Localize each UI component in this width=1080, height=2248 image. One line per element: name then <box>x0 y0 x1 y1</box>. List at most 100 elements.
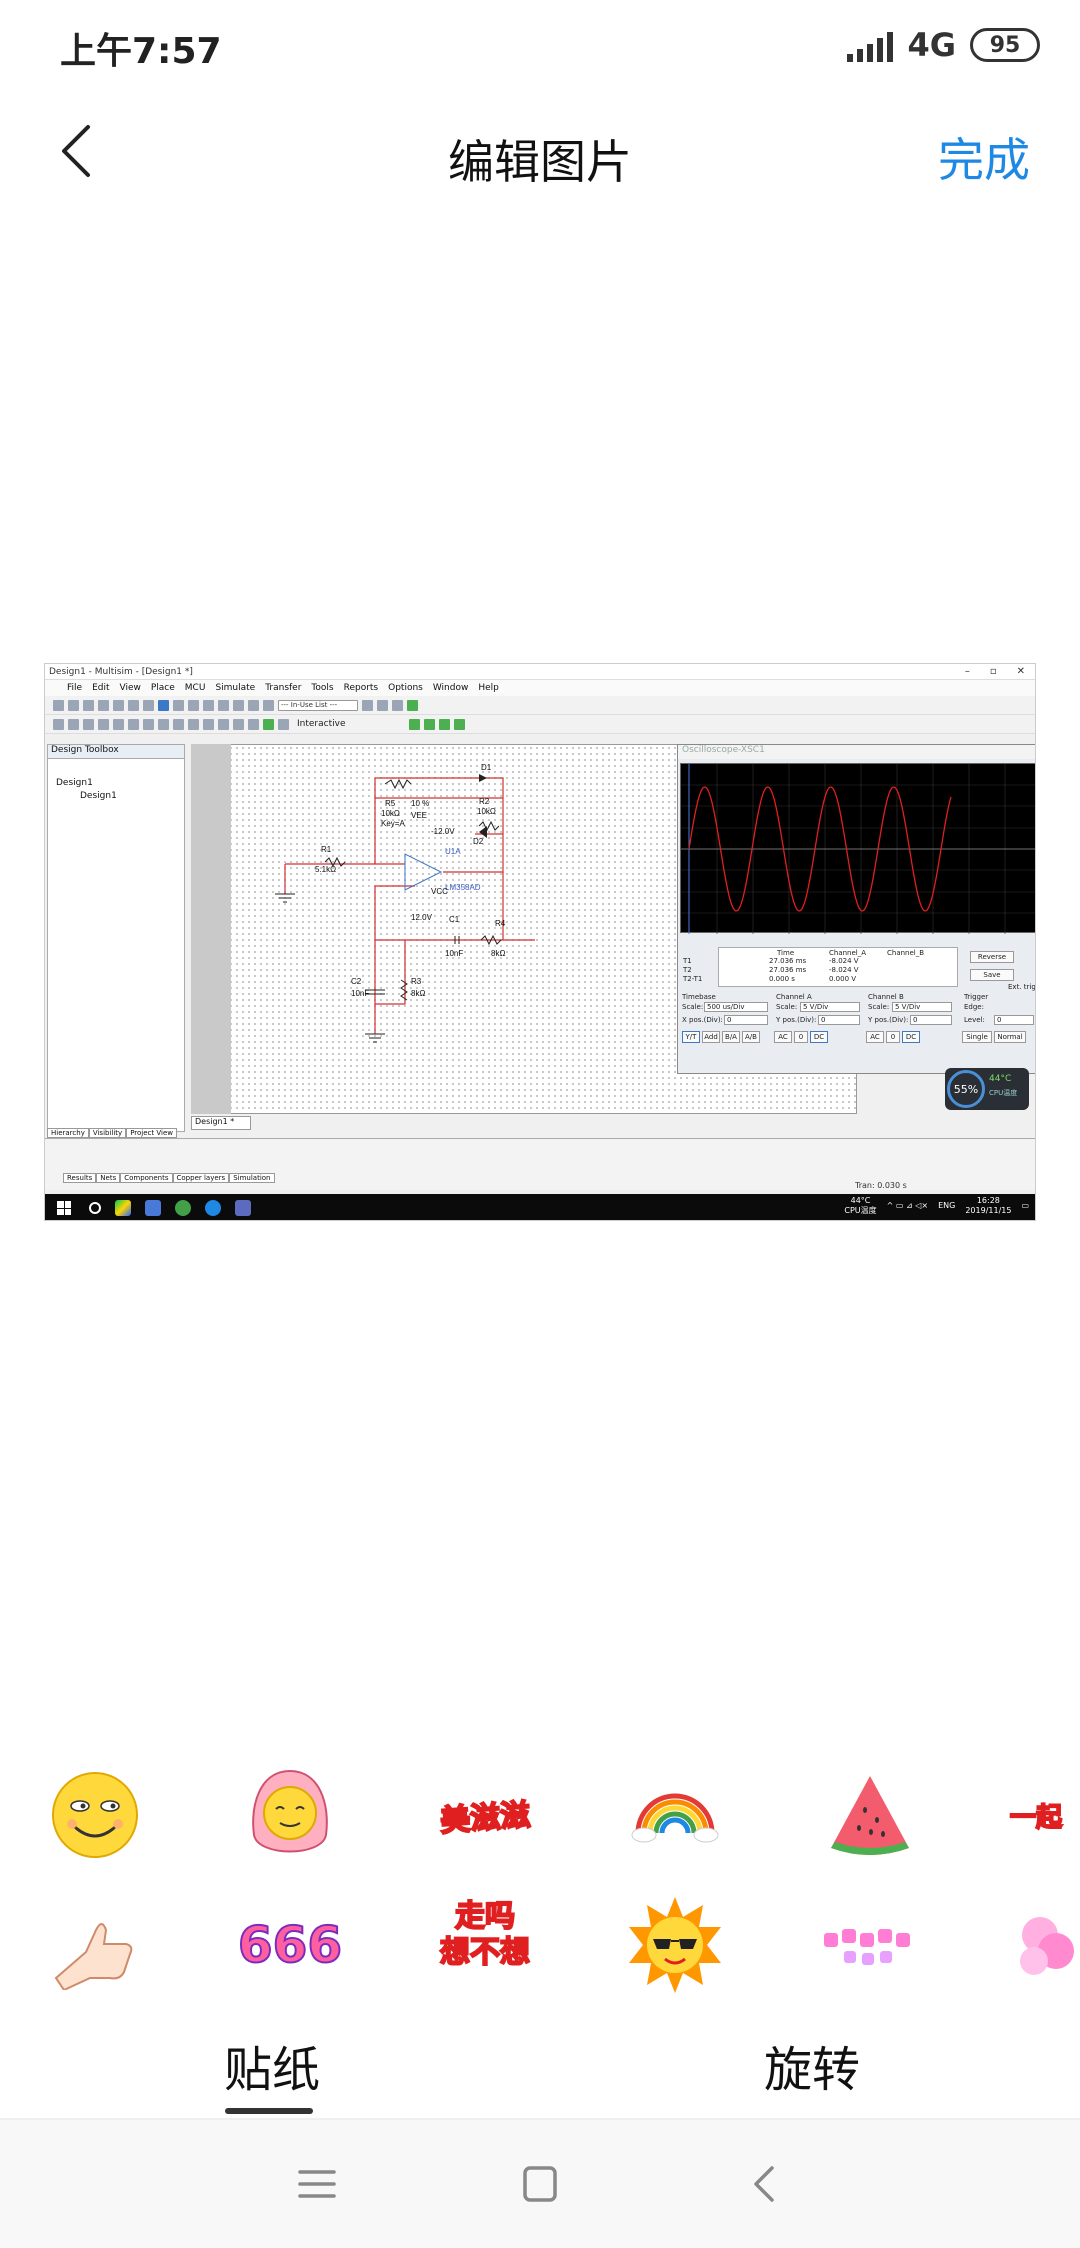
tab-rotate[interactable]: 旋转 <box>764 2030 860 2100</box>
menu-item[interactable]: Transfer <box>265 683 301 693</box>
vcc-value: 12.0V <box>411 913 433 922</box>
timebase-scale-field[interactable]: 500 us/Div <box>704 1002 768 1012</box>
sticker-yiqi[interactable]: 一起 <box>1009 1760 1080 1870</box>
windows-start-icon <box>57 1201 71 1215</box>
mode-button[interactable]: Y/T <box>682 1031 700 1043</box>
sheet-tab[interactable]: Results <box>63 1173 97 1183</box>
sticker-watermelon[interactable] <box>815 1760 925 1870</box>
menu-icon[interactable] <box>292 2162 342 2206</box>
oscilloscope-screen <box>680 763 1035 934</box>
timebase-label: Timebase <box>682 993 716 1001</box>
battery-icon: 95 <box>970 28 1040 62</box>
oscilloscope-controls: Time Channel_A Channel_B T1 27.036 ms -8… <box>678 945 1035 1075</box>
sheet-tab[interactable]: Simulation <box>229 1173 275 1183</box>
sheet-tab[interactable]: Components <box>120 1173 173 1183</box>
menu-item[interactable]: Edit <box>92 683 109 693</box>
menu-item[interactable]: Help <box>478 683 499 693</box>
inuse-list-select: --- In-Use List --- <box>278 699 358 711</box>
tran-status: Tran: 0.030 s <box>855 1181 907 1190</box>
save-button[interactable]: Save <box>970 969 1014 981</box>
edit-image[interactable]: Design1 - Multisim - [Design1 *] – ▫ ✕ Fil… <box>44 663 1036 1221</box>
design-toolbox: Design Toolbox Design1 Design1 <box>47 744 185 1132</box>
sheet-tab[interactable]: Copper layers <box>172 1173 230 1183</box>
r1-label: R1 <box>321 845 332 854</box>
menu-item[interactable]: View <box>120 683 141 693</box>
chA-zero-button[interactable]: 0 <box>794 1031 808 1043</box>
reverse-button[interactable]: Reverse <box>970 951 1014 963</box>
readout-row-a: -8.024 V <box>829 957 859 965</box>
tab-sticker[interactable]: 贴纸 <box>224 2030 320 2100</box>
app-header: 编辑图片 完成 <box>0 96 1080 206</box>
r1-value: 5.1kΩ <box>315 865 336 874</box>
channel-b-ypos-field[interactable]: 0 <box>910 1015 952 1025</box>
sticker-rainbow[interactable] <box>620 1760 730 1870</box>
tree-child: Design1 <box>80 791 117 801</box>
level-field[interactable]: 0 <box>994 1015 1034 1025</box>
r2-value: 10kΩ <box>477 807 496 816</box>
r2-label: R2 <box>479 797 490 806</box>
menu-item[interactable]: File <box>67 683 82 693</box>
menu-item[interactable]: Window <box>433 683 469 693</box>
tray-clock: 16:28 <box>976 1196 1000 1205</box>
pink-blob-sticker-icon <box>1020 1917 1074 1975</box>
status-time: 上午7:57 <box>60 31 222 72</box>
c2-label: C2 <box>351 977 362 986</box>
readout-row-label: T2 <box>683 966 692 974</box>
oscilloscope-window[interactable]: Oscilloscope-XSC1 Time Channel_A Channel <box>677 744 1035 1075</box>
mode-button[interactable]: A/B <box>742 1031 760 1043</box>
sticker-zouzou[interactable]: 走吗 想不想 <box>430 1880 540 1990</box>
toolbox-tab[interactable]: Project View <box>126 1128 177 1138</box>
xpos-field[interactable]: 0 <box>724 1015 768 1025</box>
menu-item[interactable]: Reports <box>344 683 379 693</box>
c1-label: C1 <box>449 915 460 924</box>
sticker-pink-text[interactable] <box>815 1890 925 2000</box>
chA-dc-button[interactable]: DC <box>810 1031 828 1043</box>
level-label: Level: <box>964 1016 985 1024</box>
single-button[interactable]: Single <box>962 1031 992 1043</box>
tray-lang: ENG <box>938 1201 956 1210</box>
tree-root: Design1 <box>56 778 93 788</box>
normal-button[interactable]: Normal <box>994 1031 1026 1043</box>
wechat-icon <box>175 1200 191 1216</box>
chB-ac-button[interactable]: AC <box>866 1031 884 1043</box>
done-button[interactable]: 完成 <box>938 124 1030 190</box>
sticker-thumbs-up[interactable] <box>40 1890 150 2000</box>
sticker-meizizi[interactable]: 美滋滋 <box>430 1760 540 1870</box>
sticker-sun[interactable] <box>620 1890 730 2000</box>
sticker-666[interactable]: 666 <box>235 1890 345 2000</box>
back-icon[interactable] <box>740 2162 790 2206</box>
mode-button[interactable]: B/A <box>722 1031 740 1043</box>
menu-item[interactable]: Place <box>151 683 175 693</box>
readout-row-label: T2-T1 <box>683 975 703 983</box>
search-icon <box>89 1202 101 1214</box>
trigger-label: Trigger <box>964 993 989 1001</box>
toolbox-tab[interactable]: Hierarchy <box>47 1128 89 1138</box>
chA-ac-button[interactable]: AC <box>774 1031 792 1043</box>
channel-b-scale-field[interactable]: 5 V/Div <box>892 1002 952 1012</box>
toolbox-tab[interactable]: Visibility <box>88 1128 127 1138</box>
zouzou-text-2: 想不想 <box>439 1934 531 1971</box>
mode-button[interactable]: Add <box>702 1031 720 1043</box>
chB-dc-button[interactable]: DC <box>902 1031 920 1043</box>
sheet-tab[interactable]: Nets <box>96 1173 121 1183</box>
cpu-widget: 55% 44°C CPU温度 <box>945 1068 1029 1110</box>
menu-item[interactable]: MCU <box>185 683 206 693</box>
cpu-temp-label: CPU温度 <box>989 1089 1018 1097</box>
menu-item[interactable]: Simulate <box>215 683 255 693</box>
sticker-hooded-face[interactable] <box>235 1760 345 1870</box>
page-title: 编辑图片 <box>448 135 632 189</box>
sticker-smiley[interactable] <box>40 1760 150 1870</box>
home-icon[interactable] <box>515 2162 565 2206</box>
yiqi-text: 一起 <box>1009 1802 1063 1834</box>
canvas-margin <box>191 744 231 1114</box>
chB-zero-button[interactable]: 0 <box>886 1031 900 1043</box>
menu-item[interactable]: Options <box>388 683 423 693</box>
channel-a-ypos-field[interactable]: 0 <box>818 1015 860 1025</box>
channel-a-scale-field[interactable]: 5 V/Div <box>800 1002 860 1012</box>
ie-icon <box>205 1200 221 1216</box>
u1a-label: U1A <box>445 847 461 856</box>
sun-sticker-icon <box>629 1897 721 1993</box>
zouzou-text-1: 走吗 <box>454 1898 516 1935</box>
sticker-pink-blob[interactable] <box>1010 1890 1080 2000</box>
menu-item[interactable]: Tools <box>311 683 333 693</box>
